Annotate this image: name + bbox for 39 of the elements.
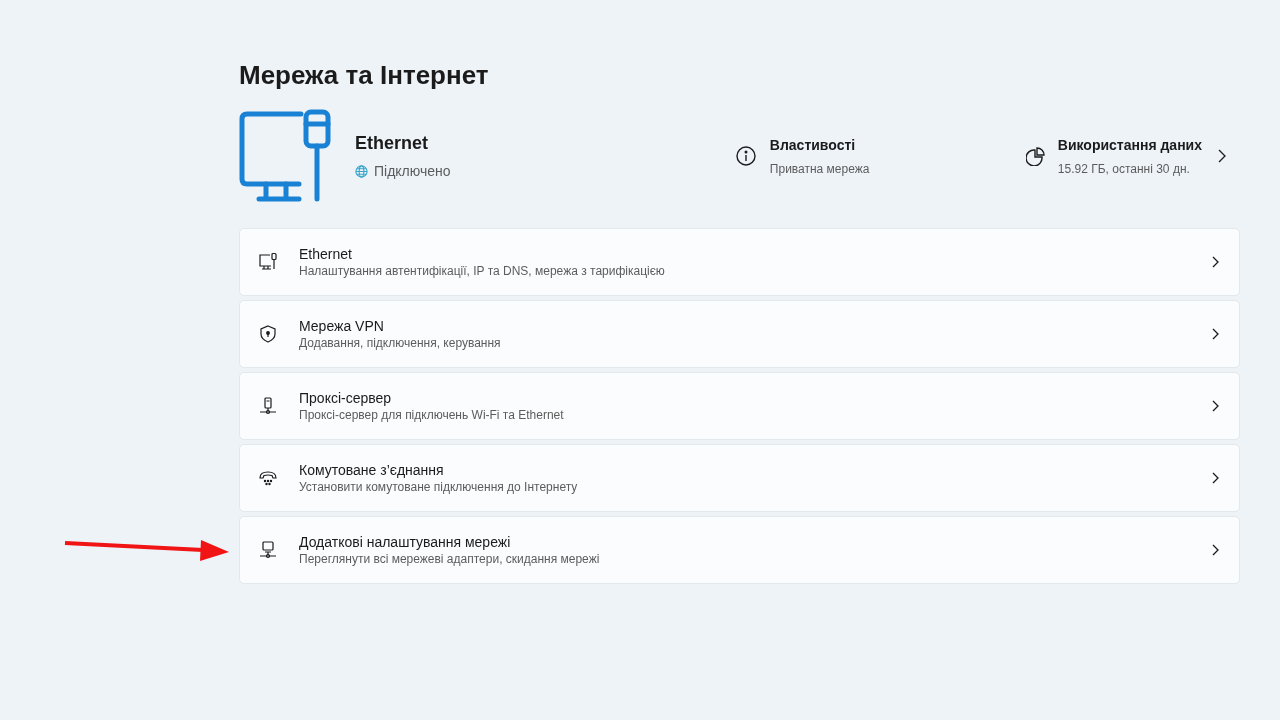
data-usage-link[interactable]: Використання даних 15.92 ГБ, останні 30 дн.: [1025, 134, 1226, 178]
item-description: Налаштування автентифікації, IP та DNS, мережа з тарифікацією: [299, 263, 665, 279]
globe-icon: [355, 165, 368, 178]
chevron-right-icon: [1218, 149, 1226, 163]
item-description: Проксі-сервер для підключень Wi-Fi та Ethernet: [299, 407, 564, 423]
item-title: Ethernet: [299, 245, 352, 263]
shield-icon: [258, 324, 278, 344]
connection-status: Підключено: [374, 162, 451, 181]
settings-item[interactable]: Проксі-сервер Проксі-сервер для підключень Wi-Fi та Ethernet: [239, 372, 1240, 440]
settings-item[interactable]: Ethernet Налаштування автентифікації, IP та DNS, мережа з тарифікацією: [239, 228, 1240, 296]
item-title: Мережа VPN: [299, 317, 384, 335]
settings-item[interactable]: Додаткові налаштування мережі Переглянути всі мережеві адаптери, скидання мережі: [239, 516, 1240, 584]
pie-chart-icon: [1025, 146, 1046, 166]
chevron-right-icon: [1212, 256, 1219, 268]
connection-name: Ethernet: [355, 132, 429, 155]
data-usage-title: Використання даних: [1057, 135, 1202, 155]
phone-icon: [258, 468, 278, 488]
properties-subtitle: Приватна мережа: [769, 160, 870, 178]
server-icon: [258, 396, 278, 416]
computer-icon: [239, 109, 333, 203]
monitor-icon: [258, 252, 278, 272]
item-description: Установити комутоване підключення до Інтернету: [299, 479, 578, 495]
item-title: Додаткові налаштування мережі: [299, 533, 511, 551]
chevron-right-icon: [1212, 472, 1219, 484]
item-title: Проксі-сервер: [299, 389, 392, 407]
chevron-right-icon: [1212, 328, 1219, 340]
settings-item[interactable]: Мережа VPN Додавання, підключення, керування: [239, 300, 1240, 368]
chevron-right-icon: [1212, 544, 1219, 556]
page-title: Мережа та Інтернет: [239, 59, 489, 92]
properties-link[interactable]: Властивості Приватна мережа: [735, 134, 1026, 178]
info-icon: [735, 146, 756, 166]
item-title: Комутоване з’єднання: [299, 461, 444, 479]
item-description: Додавання, підключення, керування: [299, 335, 501, 351]
properties-title: Властивості: [769, 135, 857, 155]
data-usage-subtitle: 15.92 ГБ, останні 30 дн.: [1057, 160, 1191, 178]
item-description: Переглянути всі мережеві адаптери, скидання мережі: [299, 551, 600, 567]
settings-item[interactable]: Комутоване з’єднання Установити комутоване підключення до Інтернету: [239, 444, 1240, 512]
chevron-right-icon: [1212, 400, 1219, 412]
network-computer-icon: [258, 540, 278, 560]
